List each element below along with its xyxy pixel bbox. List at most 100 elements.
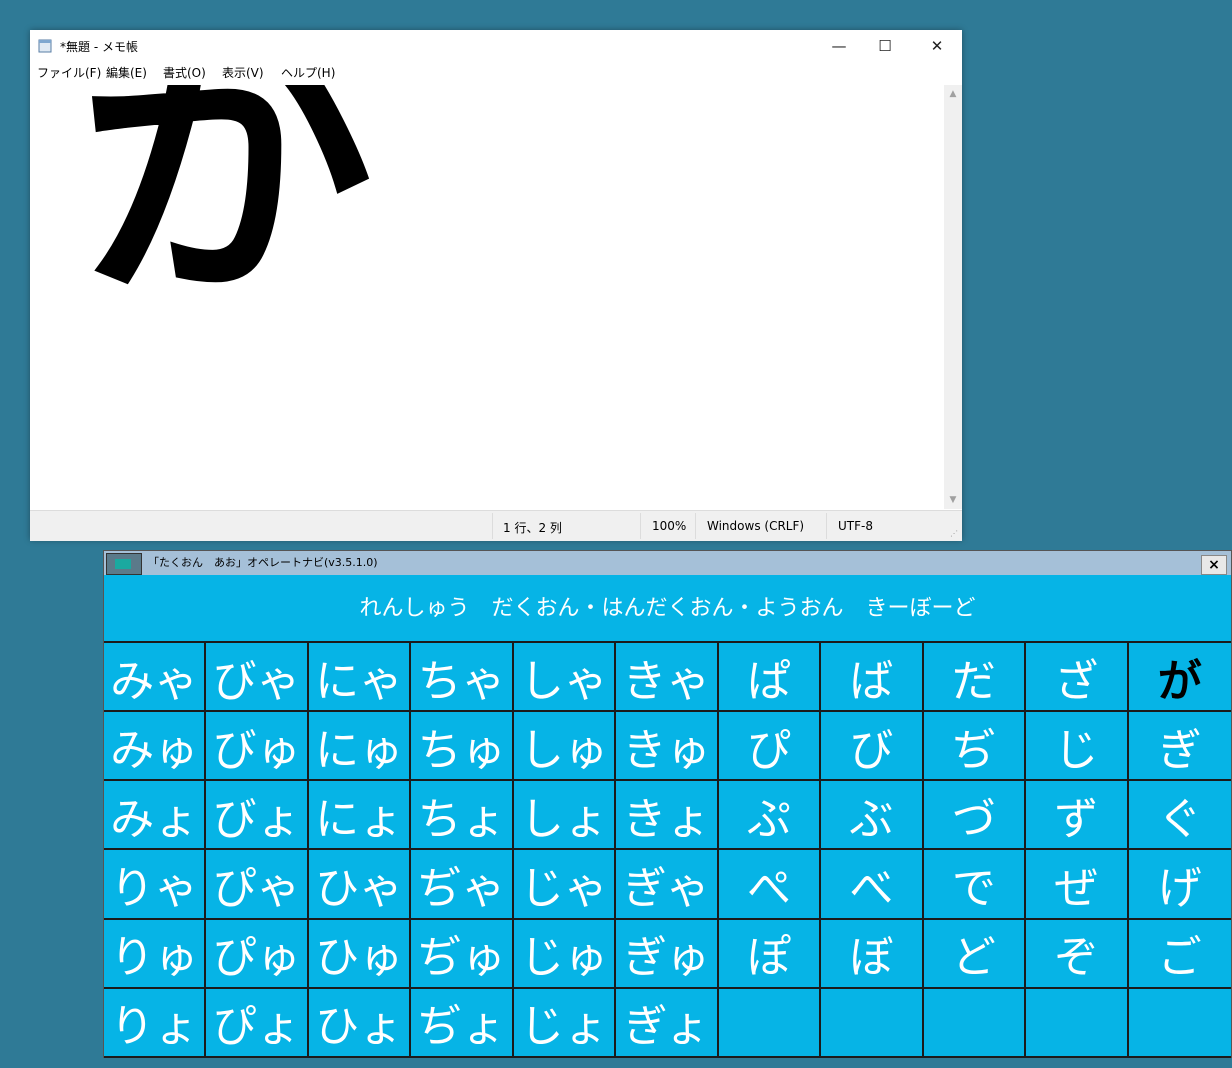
status-encoding: UTF-8 [838, 519, 873, 533]
kana-key-grid: みゃ びゃ にゃ ちゃ しゃ きゃぱばだざがみゅ びゅ にゅ ちゅ しゅ きゅぴびぢじぎみょ びょ にょ… [104, 641, 1231, 1058]
kana-key[interactable]: りゃ [104, 850, 207, 920]
kana-key[interactable]: みょ [104, 781, 207, 851]
kana-key[interactable]: しょ [513, 781, 617, 851]
kana-key[interactable]: みゃ [104, 643, 207, 713]
kana-key[interactable]: が [1128, 643, 1231, 713]
status-divider [492, 513, 493, 539]
kana-key[interactable]: ぎ [1128, 712, 1231, 782]
status-zoom: 100% [652, 519, 687, 533]
empty-key [1026, 988, 1129, 1058]
kana-key[interactable]: ぢ [923, 712, 1027, 782]
notepad-titlebar[interactable]: *無題 - メモ帳 — ☐ ✕ [30, 30, 962, 62]
kana-key[interactable]: づ [923, 781, 1027, 851]
kana-key[interactable]: ぞ [1026, 919, 1129, 989]
kana-key[interactable]: きょ [616, 781, 719, 851]
menu-format[interactable]: 書式(O) [163, 64, 206, 81]
kana-key[interactable]: べ [821, 850, 924, 920]
maximize-button[interactable]: ☐ [862, 30, 908, 62]
empty-key [923, 988, 1027, 1058]
notepad-statusbar: 1 行、2 列 100% Windows (CRLF) UTF-8 ⋰ [30, 510, 962, 541]
kana-key[interactable]: ご [1128, 919, 1231, 989]
notepad-text-area[interactable]: が [30, 85, 944, 509]
kana-key[interactable]: じ [1026, 712, 1129, 782]
kana-key[interactable]: ぴょ [206, 988, 309, 1058]
menu-file[interactable]: ファイル(F) [37, 64, 101, 81]
status-divider [640, 513, 641, 539]
kana-key[interactable]: ぴ [718, 712, 822, 782]
kana-key[interactable]: びょ [206, 781, 309, 851]
kana-key[interactable]: げ [1128, 850, 1231, 920]
kana-key[interactable]: りょ [104, 988, 207, 1058]
notepad-text-content: が [78, 85, 378, 339]
kana-key[interactable]: ちょ [411, 781, 514, 851]
kana-key[interactable]: ぎゃ [616, 850, 719, 920]
notepad-icon [38, 39, 52, 53]
kana-key[interactable]: ぺ [718, 850, 822, 920]
kana-key[interactable]: ぜ [1026, 850, 1129, 920]
status-position: 1 行、2 列 [503, 521, 562, 535]
notepad-title: *無題 - メモ帳 [60, 40, 138, 54]
kana-key[interactable]: にゅ [308, 712, 412, 782]
kana-key[interactable]: ひゃ [308, 850, 412, 920]
kana-key[interactable]: きゅ [616, 712, 719, 782]
kana-key[interactable]: ば [821, 643, 924, 713]
kana-key[interactable]: にゃ [308, 643, 412, 713]
close-button[interactable]: ✕ [914, 30, 960, 62]
kana-key[interactable]: きゃ [616, 643, 719, 713]
kana-key[interactable]: にょ [308, 781, 412, 851]
kana-key[interactable]: じゃ [513, 850, 617, 920]
kana-key[interactable]: ぽ [718, 919, 822, 989]
empty-key [821, 988, 924, 1058]
keyboard-close-button[interactable]: × [1201, 555, 1227, 575]
kana-key[interactable]: ぼ [821, 919, 924, 989]
kana-key[interactable]: だ [923, 643, 1027, 713]
kana-key[interactable]: じょ [513, 988, 617, 1058]
kana-key[interactable]: ぎょ [616, 988, 719, 1058]
kana-key[interactable]: ぷ [718, 781, 822, 851]
kana-key[interactable]: びゅ [206, 712, 309, 782]
menu-help[interactable]: ヘルプ(H) [281, 64, 335, 81]
menu-edit[interactable]: 編集(E) [106, 64, 147, 81]
status-line-ending: Windows (CRLF) [707, 519, 805, 533]
keyboard-heading: れんしゅう だくおん・はんだくおん・ようおん きーぼーど [359, 596, 976, 621]
kana-key[interactable]: ぢょ [411, 988, 514, 1058]
kana-key[interactable]: ちゃ [411, 643, 514, 713]
kana-key[interactable]: ぎゅ [616, 919, 719, 989]
status-divider [826, 513, 827, 539]
empty-key [718, 988, 822, 1058]
keyboard-window: 「たくおん あお」オペレートナビ(v3.5.1.0) × れんしゅう だくおん・… [103, 550, 1232, 1058]
kana-key[interactable]: しゅ [513, 712, 617, 782]
kana-key[interactable]: ぴゃ [206, 850, 309, 920]
menu-view[interactable]: 表示(V) [222, 64, 264, 81]
kana-key[interactable]: ちゅ [411, 712, 514, 782]
kana-key[interactable]: びゃ [206, 643, 309, 713]
kana-key[interactable]: び [821, 712, 924, 782]
kana-key[interactable]: ど [923, 919, 1027, 989]
keyboard-title: 「たくおん あお」オペレートナビ(v3.5.1.0) [148, 556, 378, 569]
kana-key[interactable]: で [923, 850, 1027, 920]
minimize-button[interactable]: — [816, 30, 862, 62]
kana-key[interactable]: ひゅ [308, 919, 412, 989]
resize-grip-icon[interactable]: ⋰ [950, 529, 960, 539]
kana-key[interactable]: ぶ [821, 781, 924, 851]
scroll-down-icon[interactable]: ▼ [948, 495, 958, 505]
kana-key[interactable]: みゅ [104, 712, 207, 782]
kana-key[interactable]: ひょ [308, 988, 412, 1058]
kana-key[interactable]: ぢゅ [411, 919, 514, 989]
kana-key[interactable]: ざ [1026, 643, 1129, 713]
kana-key[interactable]: ぐ [1128, 781, 1231, 851]
empty-key [1128, 988, 1231, 1058]
keyboard-titlebar[interactable]: 「たくおん あお」オペレートナビ(v3.5.1.0) × [104, 551, 1231, 575]
kana-key[interactable]: しゃ [513, 643, 617, 713]
kana-key[interactable]: じゅ [513, 919, 617, 989]
scroll-up-icon[interactable]: ▲ [948, 89, 958, 99]
status-divider [695, 513, 696, 539]
kana-key[interactable]: ぢゃ [411, 850, 514, 920]
kana-key[interactable]: ぴゅ [206, 919, 309, 989]
kana-key[interactable]: りゅ [104, 919, 207, 989]
kana-key[interactable]: ず [1026, 781, 1129, 851]
vertical-scrollbar[interactable]: ▲ ▼ [944, 85, 962, 509]
app-logo-icon [106, 553, 142, 575]
kana-key[interactable]: ぱ [718, 643, 822, 713]
notepad-window: *無題 - メモ帳 — ☐ ✕ ファイル(F) 編集(E) 書式(O) 表示(V… [30, 30, 962, 541]
